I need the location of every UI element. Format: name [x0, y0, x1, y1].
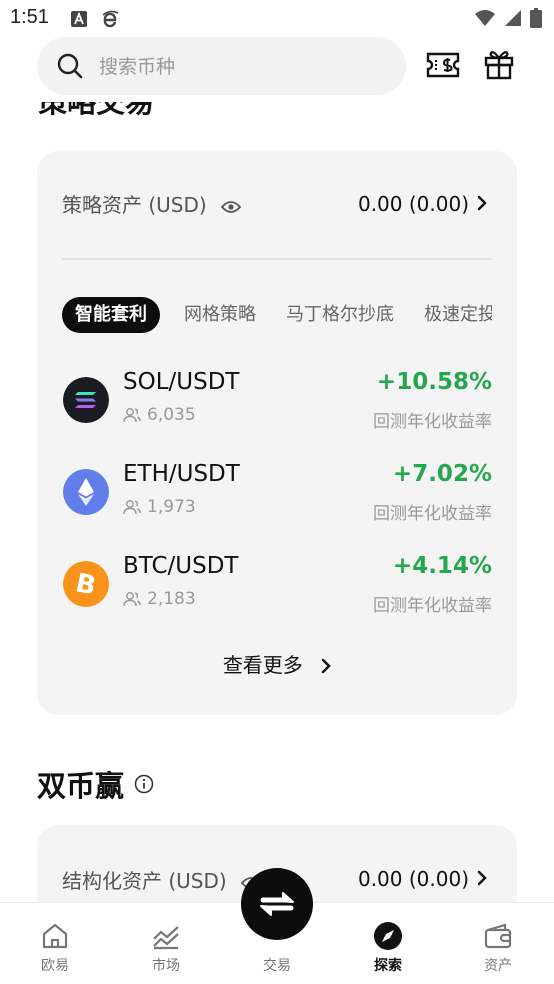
strategy-asset-label-row: 策略资产 (USD)	[62, 189, 242, 218]
market-chart-icon	[153, 926, 179, 950]
nav-item-home[interactable]: 欧易	[15, 921, 95, 975]
status-bar: 1:51	[0, 0, 554, 36]
pair-name: ETH/USDT	[123, 461, 240, 487]
search-icon	[57, 53, 83, 79]
signal-icon	[505, 10, 521, 26]
status-system-icons	[474, 8, 542, 28]
nav-label: 交易	[263, 958, 291, 974]
status-time: 1:51	[10, 6, 49, 28]
users-icon	[123, 408, 141, 423]
eth-icon	[63, 469, 109, 515]
strategy-asset-label: 策略资产 (USD)	[62, 193, 207, 217]
compass-icon	[374, 922, 402, 950]
pair-users-count: 1,973	[147, 497, 196, 517]
dual-asset-label: 结构化资产 (USD)	[62, 869, 227, 893]
pair-users-count: 2,183	[147, 589, 196, 609]
tab-grid-strategy[interactable]: 网格策略	[184, 297, 256, 333]
pair-rate: +10.58%	[376, 369, 492, 395]
see-more-button[interactable]: 查看更多	[37, 649, 517, 679]
see-more-label: 查看更多	[222, 653, 303, 677]
pair-users: 1,973	[123, 497, 196, 517]
pair-users-count: 6,035	[147, 405, 196, 425]
nav-label: 资产	[484, 958, 512, 974]
chevron-right-icon[interactable]	[477, 195, 487, 211]
pair-users: 6,035	[123, 405, 196, 425]
wifi-icon	[475, 10, 495, 26]
status-notification-icons	[70, 9, 120, 29]
browser-notification-icon	[102, 10, 119, 28]
strategy-tabs: 智能套利 网格策略 马丁格尔抄底 极速定投	[62, 297, 492, 333]
gift-icon[interactable]	[484, 48, 514, 80]
sol-icon	[63, 377, 109, 423]
top-search-bar: 搜索币种	[0, 36, 554, 98]
app-notification-icon	[71, 11, 87, 27]
pair-name: BTC/USDT	[123, 553, 239, 579]
dual-section-title: 双币赢	[37, 769, 125, 803]
btc-icon: B	[63, 561, 109, 607]
nav-label: 市场	[152, 958, 180, 974]
strategy-pair-row[interactable]: SOL/USDT 6,035 +10.58% 回测年化收益率	[62, 365, 492, 435]
tab-quick-dca[interactable]: 极速定投	[424, 297, 492, 333]
home-icon	[42, 923, 68, 949]
pair-rate: +4.14%	[392, 553, 492, 579]
divider	[62, 258, 492, 260]
search-placeholder: 搜索币种	[99, 56, 176, 78]
wallet-icon	[484, 923, 512, 949]
pair-users: 2,183	[123, 589, 196, 609]
battery-icon	[530, 8, 542, 28]
nav-item-market[interactable]: 市场	[126, 921, 206, 975]
nav-item-explore[interactable]: 探索	[348, 921, 428, 975]
tab-martingale[interactable]: 马丁格尔抄底	[286, 297, 394, 333]
eye-icon[interactable]	[221, 200, 242, 214]
nav-item-assets[interactable]: 资产	[458, 921, 538, 975]
trade-swap-icon	[260, 892, 294, 916]
nav-label: 探索	[374, 958, 402, 974]
info-icon[interactable]	[134, 774, 154, 794]
strategy-pair-row[interactable]: ETH/USDT 1,973 +7.02% 回测年化收益率	[62, 457, 492, 527]
dual-asset-label-row: 结构化资产 (USD)	[62, 865, 262, 894]
voucher-icon[interactable]	[426, 50, 460, 80]
chevron-right-icon	[321, 655, 331, 679]
search-input[interactable]: 搜索币种	[37, 37, 406, 95]
pair-rate: +7.02%	[392, 461, 492, 487]
trade-fab-button[interactable]	[241, 868, 313, 940]
dual-section-title-row: 双币赢	[37, 763, 154, 805]
strategy-pair-row[interactable]: B BTC/USDT 2,183 +4.14% 回测年化收益率	[62, 549, 492, 619]
pair-name: SOL/USDT	[123, 369, 240, 395]
chevron-right-icon[interactable]	[477, 870, 487, 886]
pair-rate-label: 回测年化收益率	[373, 596, 492, 616]
dual-asset-value[interactable]: 0.00 (0.00)	[358, 867, 469, 891]
users-icon	[123, 500, 141, 515]
strategy-card: 策略资产 (USD) 0.00 (0.00) 智能套利 网格策略 马丁格尔抄底 极速定…	[37, 151, 517, 715]
strategy-asset-value[interactable]: 0.00 (0.00)	[358, 192, 469, 216]
users-icon	[123, 592, 141, 607]
nav-label: 欧易	[41, 958, 69, 974]
pair-rate-label: 回测年化收益率	[373, 504, 492, 524]
tab-smart-arbitrage[interactable]: 智能套利	[62, 297, 160, 333]
pair-rate-label: 回测年化收益率	[373, 412, 492, 432]
